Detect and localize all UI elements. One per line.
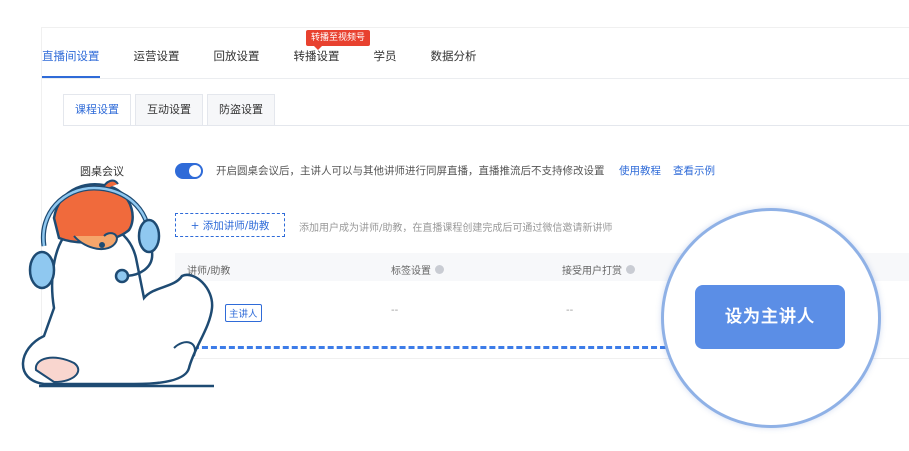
tab-live-room-settings[interactable]: 直播间设置	[42, 48, 100, 78]
info-icon	[626, 265, 635, 274]
tutorial-link[interactable]: 使用教程	[619, 163, 661, 178]
roundtable-description: 开启圆桌会议后，主讲人可以与其他讲师进行同屏直播，直播推流后不支持修改设置	[216, 165, 605, 177]
tab-data-analysis[interactable]: 数据分析	[431, 48, 477, 78]
main-tab-bar: 直播间设置 运营设置 回放设置 转播设置 学员 数据分析	[42, 48, 511, 78]
column-tag-label: 标签设置	[391, 266, 431, 277]
sub-tab-divider	[63, 125, 909, 126]
row-divider	[175, 346, 675, 349]
tab-interaction-settings[interactable]: 互动设置	[135, 94, 203, 126]
add-lecturer-description: 添加用户成为讲师/助教，在直播课程创建完成后可通过微信邀请新讲师	[299, 223, 613, 234]
example-link[interactable]: 查看示例	[673, 163, 715, 178]
column-reward: 接受用户打赏	[562, 262, 635, 277]
tab-operation-settings[interactable]: 运营设置	[134, 48, 180, 78]
tab-anti-piracy-settings[interactable]: 防盗设置	[207, 94, 275, 126]
tab-replay-settings[interactable]: 回放设置	[214, 48, 260, 78]
tab-students[interactable]: 学员	[374, 48, 397, 78]
column-reward-label: 接受用户打赏	[562, 266, 622, 277]
tab-relay-settings[interactable]: 转播设置	[294, 48, 340, 78]
relay-badge: 转播至视频号	[306, 30, 371, 50]
tag-cell: --	[391, 305, 399, 316]
reward-cell: --	[566, 305, 574, 316]
set-main-speaker-button[interactable]: 设为主讲人	[695, 285, 845, 349]
info-icon	[435, 265, 444, 274]
tab-course-settings[interactable]: 课程设置	[63, 94, 131, 126]
mascot-illustration	[21, 179, 214, 388]
role-badge: 主讲人	[225, 304, 262, 322]
tab-divider	[42, 78, 909, 79]
sub-tab-bar: 课程设置 互动设置 防盗设置	[63, 94, 279, 126]
column-tag: 标签设置	[391, 262, 444, 277]
